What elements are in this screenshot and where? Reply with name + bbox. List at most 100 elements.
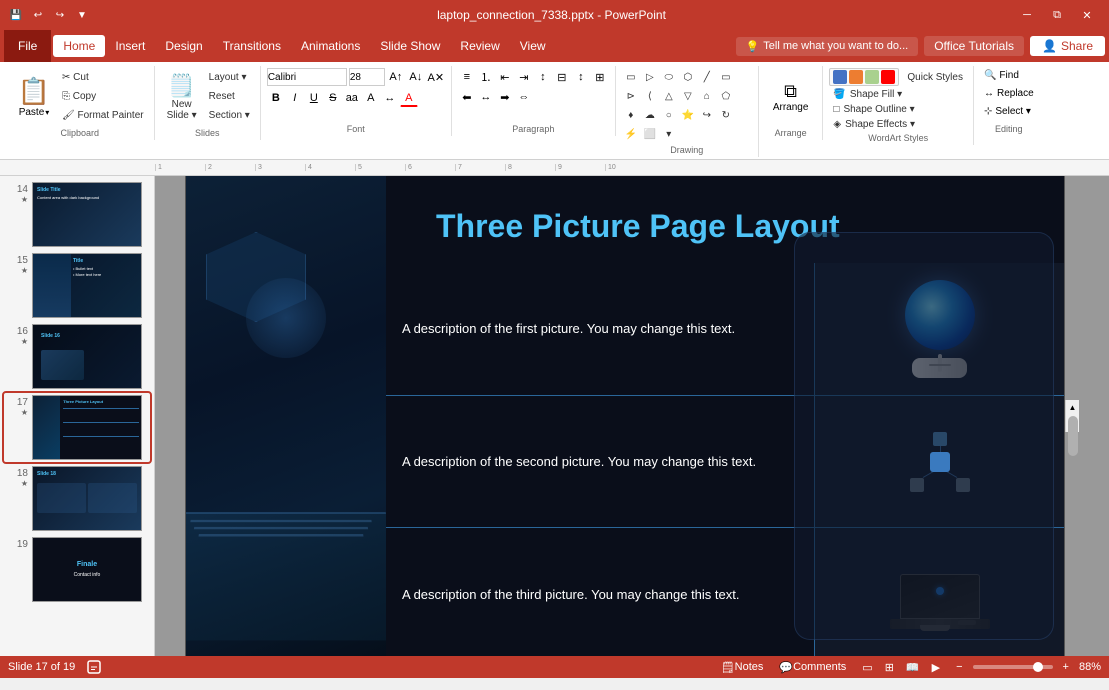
zoom-thumb[interactable]	[1033, 662, 1043, 672]
customize-icon[interactable]: ▼	[74, 7, 90, 23]
shape-btn-11[interactable]: ⬠	[717, 87, 735, 105]
replace-button[interactable]: ↔ Replace	[980, 86, 1038, 101]
office-tutorials-button[interactable]: Office Tutorials	[924, 36, 1024, 56]
menu-file[interactable]: File	[4, 30, 51, 62]
slide-item-15[interactable]: 15 ★ Title • Bullet text • More text her…	[4, 251, 150, 320]
font-color-button[interactable]: A	[400, 89, 418, 107]
slide-section-2-desc[interactable]: A description of the second picture. You…	[386, 396, 814, 528]
shape-btn-19[interactable]: ⬜	[641, 125, 659, 143]
slide-thumb-17[interactable]: Three Picture Layout	[32, 395, 142, 460]
shape-fill-button[interactable]: 🪣 Shape Fill ▾	[829, 88, 906, 101]
menu-animations[interactable]: Animations	[291, 35, 370, 57]
section-button[interactable]: Section ▾	[205, 106, 254, 124]
restore-button[interactable]: ⧉	[1043, 5, 1071, 25]
shapes-more-btn[interactable]: ▾	[660, 125, 678, 143]
comments-button[interactable]: 💬 Comments	[775, 660, 850, 675]
reset-button[interactable]: Reset	[205, 87, 254, 105]
undo-icon[interactable]: ↩	[30, 7, 46, 23]
scroll-up-button[interactable]: ▲	[1066, 400, 1080, 414]
save-icon[interactable]: 💾	[8, 7, 24, 23]
menu-home[interactable]: Home	[53, 35, 105, 57]
shape-btn-18[interactable]: ⚡	[622, 125, 640, 143]
decrease-indent-button[interactable]: ⇤	[496, 68, 514, 86]
shape-btn-12[interactable]: ♦	[622, 106, 640, 124]
smartart-button[interactable]: ⊞	[591, 68, 609, 86]
slide-panel[interactable]: 14 ★ Slide Title Content area with dark …	[0, 176, 155, 656]
qs-4[interactable]	[881, 70, 895, 84]
format-painter-button[interactable]: 🖌 Format Painter	[58, 106, 148, 124]
underline-button[interactable]: U	[305, 89, 323, 107]
cut-button[interactable]: ✂ Cut	[58, 68, 148, 86]
copy-button[interactable]: ⎘ Copy	[58, 87, 148, 105]
qs-3[interactable]	[865, 70, 879, 84]
slide-thumb-18[interactable]: Slide 18	[32, 466, 142, 531]
scroll-thumb[interactable]	[1068, 416, 1078, 456]
menu-design[interactable]: Design	[155, 35, 212, 57]
shape-btn-17[interactable]: ↻	[717, 106, 735, 124]
menu-view[interactable]: View	[510, 35, 556, 57]
shape-btn-15[interactable]: ⭐	[679, 106, 697, 124]
shape-btn-0[interactable]: ▭	[622, 68, 640, 86]
find-button[interactable]: 🔍 Find	[980, 68, 1023, 83]
normal-view-button[interactable]: ▭	[858, 660, 876, 675]
tell-me-input[interactable]: 💡 Tell me what you want to do...	[736, 37, 919, 56]
shape-btn-16[interactable]: ↪	[698, 106, 716, 124]
columns-button[interactable]: ⊟	[553, 68, 571, 86]
menu-transitions[interactable]: Transitions	[213, 35, 291, 57]
increase-indent-button[interactable]: ⇥	[515, 68, 533, 86]
line-spacing-button[interactable]: ↕	[534, 68, 552, 86]
shape-btn-10[interactable]: ⌂	[698, 87, 716, 105]
select-button[interactable]: ⊹ Select ▾	[980, 104, 1035, 119]
slide-item-17[interactable]: 17 ★ Three Picture Layout	[4, 393, 150, 462]
shape-btn-6[interactable]: ⊳	[622, 87, 640, 105]
shape-btn-9[interactable]: ▽	[679, 87, 697, 105]
zoom-in-button[interactable]: +	[1059, 660, 1073, 674]
redo-icon[interactable]: ↪	[52, 7, 68, 23]
slide-item-18[interactable]: 18 ★ Slide 18	[4, 464, 150, 533]
font-shrink-button[interactable]: A↓	[407, 68, 425, 86]
slide-thumb-16[interactable]: Slide 16	[32, 324, 142, 389]
shape-btn-7[interactable]: ⟨	[641, 87, 659, 105]
font-grow-button[interactable]: A↑	[387, 68, 405, 86]
shape-btn-14[interactable]: ○	[660, 106, 678, 124]
slide-section-1-desc[interactable]: A description of the first picture. You …	[386, 263, 814, 395]
shape-btn-4[interactable]: ╱	[698, 68, 716, 86]
shape-btn-1[interactable]: ▷	[641, 68, 659, 86]
slide-canvas[interactable]: Three Picture Page Layout A description …	[185, 176, 1065, 656]
reading-view-button[interactable]: 📖	[902, 660, 924, 675]
menu-review[interactable]: Review	[450, 35, 509, 57]
zoom-out-button[interactable]: −	[952, 660, 966, 674]
slide-item-16[interactable]: 16 ★ Slide 16	[4, 322, 150, 391]
font-size-input[interactable]	[349, 68, 385, 86]
zoom-slider[interactable]	[973, 665, 1053, 669]
slide-thumb-19[interactable]: Finale Contact info	[32, 537, 142, 602]
minimize-button[interactable]: ─	[1013, 5, 1041, 25]
qs-2[interactable]	[849, 70, 863, 84]
numbering-button[interactable]: ⒈	[477, 68, 495, 86]
menu-insert[interactable]: Insert	[105, 35, 155, 57]
bold-button[interactable]: B	[267, 89, 285, 107]
shape-btn-13[interactable]: ☁	[641, 106, 659, 124]
slideshow-button[interactable]: ▶	[928, 660, 944, 675]
arrange-button[interactable]: ⧉ Arrange	[765, 68, 817, 126]
share-button[interactable]: 👤 Share	[1030, 36, 1105, 56]
spacing-button[interactable]: ↔	[381, 89, 399, 107]
smallcaps-button[interactable]: aa	[343, 89, 361, 107]
shape-btn-8[interactable]: △	[660, 87, 678, 105]
close-button[interactable]: ✕	[1073, 5, 1101, 25]
align-left-button[interactable]: ⬅	[458, 88, 476, 106]
quick-styles-button[interactable]: Quick Styles	[903, 68, 967, 86]
slide-thumb-15[interactable]: Title • Bullet text • More text here	[32, 253, 142, 318]
shape-effects-button[interactable]: ◈ Shape Effects ▾	[829, 118, 919, 131]
qs-1[interactable]	[833, 70, 847, 84]
new-slide-button[interactable]: 🗒️ NewSlide ▾	[161, 68, 203, 126]
notes-accessibility-icon[interactable]	[83, 659, 105, 675]
direction-button[interactable]: ↕	[572, 68, 590, 86]
italic-button[interactable]: I	[286, 89, 304, 107]
slide-item-14[interactable]: 14 ★ Slide Title Content area with dark …	[4, 180, 150, 249]
menu-slideshow[interactable]: Slide Show	[370, 35, 450, 57]
slide-section-3-desc[interactable]: A description of the third picture. You …	[386, 528, 814, 656]
paste-button[interactable]: 📋 Paste ▾	[12, 68, 56, 126]
shape-btn-3[interactable]: ⬡	[679, 68, 697, 86]
layout-button[interactable]: Layout ▾	[205, 68, 254, 86]
